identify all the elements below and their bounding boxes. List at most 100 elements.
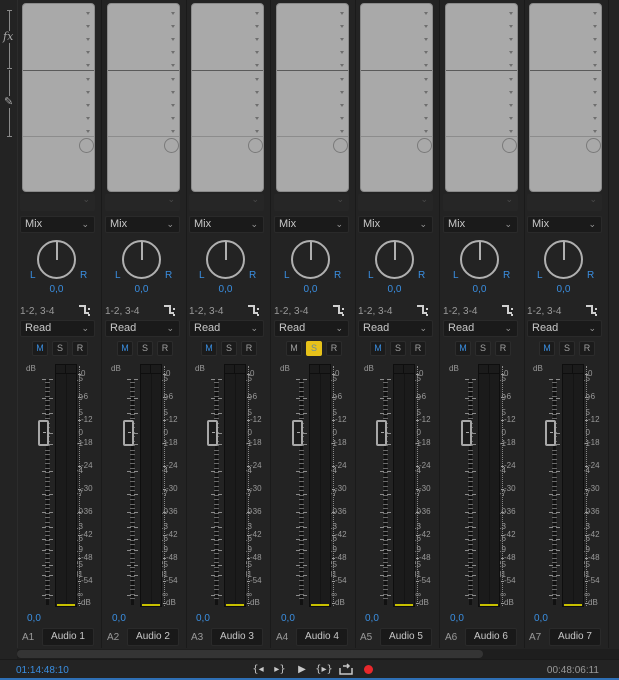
clip-indicator-right[interactable] <box>320 365 330 374</box>
fx-mode-select[interactable]: Mix ⌄ <box>358 216 433 233</box>
mute-button[interactable]: M <box>286 341 302 356</box>
volume-value[interactable]: 0,0 <box>112 613 126 624</box>
automation-mode-select[interactable]: Read ⌄ <box>358 320 433 337</box>
fx-mode-select[interactable]: Mix ⌄ <box>527 216 602 233</box>
clip-indicator-left[interactable] <box>563 365 573 374</box>
effect-slot-dropdown-icon[interactable] <box>424 38 428 41</box>
record-enable-button[interactable]: R <box>326 341 342 356</box>
effect-param-select[interactable]: ⌄ <box>443 194 518 211</box>
effect-slot-dropdown-icon[interactable] <box>593 12 597 15</box>
effect-slot-dropdown-icon[interactable] <box>424 25 428 28</box>
pan-value[interactable]: 0,0 <box>103 284 180 295</box>
fx-sends-strip[interactable]: fx ✎ <box>0 0 18 648</box>
routing-icon[interactable] <box>247 304 261 316</box>
pan-knob[interactable] <box>375 240 414 279</box>
effect-slot-dropdown-icon[interactable] <box>86 91 90 94</box>
pan-value[interactable]: 0,0 <box>441 284 518 295</box>
volume-fader-handle[interactable] <box>38 420 49 446</box>
effect-slot-dropdown-icon[interactable] <box>593 130 597 133</box>
automation-mode-select[interactable]: Read ⌄ <box>105 320 180 337</box>
effect-slot-dropdown-icon[interactable] <box>424 78 428 81</box>
record-button[interactable] <box>360 662 376 676</box>
solo-button[interactable]: S <box>137 341 153 356</box>
effect-slot-dropdown-icon[interactable] <box>424 104 428 107</box>
effect-slot-dropdown-icon[interactable] <box>424 130 428 133</box>
effect-slot-dropdown-icon[interactable] <box>424 12 428 15</box>
clip-indicator-left[interactable] <box>56 365 66 374</box>
effect-slot-dropdown-icon[interactable] <box>86 104 90 107</box>
routing-icon[interactable] <box>585 304 599 316</box>
effect-slot-dropdown-icon[interactable] <box>509 12 513 15</box>
effect-param-select[interactable]: ⌄ <box>358 194 433 211</box>
pan-knob[interactable] <box>122 240 161 279</box>
go-to-in-button[interactable]: {◂ <box>250 662 266 676</box>
effect-slot-dropdown-icon[interactable] <box>255 51 259 54</box>
mute-button[interactable]: M <box>32 341 48 356</box>
routing-icon[interactable] <box>332 304 346 316</box>
effects-sends-panel[interactable] <box>529 3 602 192</box>
effects-sends-panel[interactable] <box>276 3 349 192</box>
effect-slot-dropdown-icon[interactable] <box>255 104 259 107</box>
pan-value[interactable]: 0,0 <box>356 284 433 295</box>
effect-slot-dropdown-icon[interactable] <box>509 38 513 41</box>
automation-mode-select[interactable]: Read ⌄ <box>189 320 264 337</box>
effect-slot-dropdown-icon[interactable] <box>255 64 259 67</box>
record-enable-button[interactable]: R <box>241 341 257 356</box>
effect-slot-dropdown-icon[interactable] <box>509 117 513 120</box>
effect-slot-dropdown-icon[interactable] <box>171 130 175 133</box>
effects-sends-panel[interactable] <box>360 3 433 192</box>
effect-slot-dropdown-icon[interactable] <box>509 51 513 54</box>
mute-button[interactable]: M <box>539 341 555 356</box>
scrollbar-thumb[interactable] <box>17 650 483 658</box>
record-enable-button[interactable]: R <box>157 341 173 356</box>
effect-slot-dropdown-icon[interactable] <box>171 51 175 54</box>
volume-fader-handle[interactable] <box>207 420 218 446</box>
fx-mode-select[interactable]: Mix ⌄ <box>443 216 518 233</box>
clip-indicator-right[interactable] <box>489 365 499 374</box>
send-level-knob[interactable] <box>248 138 263 153</box>
fx-mode-select[interactable]: Mix ⌄ <box>274 216 349 233</box>
volume-value[interactable]: 0,0 <box>27 613 41 624</box>
volume-fader-handle[interactable] <box>292 420 303 446</box>
effect-slot-dropdown-icon[interactable] <box>86 117 90 120</box>
effect-param-select[interactable]: ⌄ <box>189 194 264 211</box>
clip-indicator-right[interactable] <box>66 365 76 374</box>
routing-icon[interactable] <box>163 304 177 316</box>
sends-pen-icon[interactable]: ✎ <box>4 96 14 108</box>
automation-mode-select[interactable]: Read ⌄ <box>274 320 349 337</box>
clip-indicator-left[interactable] <box>141 365 151 374</box>
effect-slot-dropdown-icon[interactable] <box>340 117 344 120</box>
automation-mode-select[interactable]: Read ⌄ <box>443 320 518 337</box>
effect-slot-dropdown-icon[interactable] <box>340 25 344 28</box>
record-enable-button[interactable]: R <box>72 341 88 356</box>
record-enable-button[interactable]: R <box>579 341 595 356</box>
effect-slot-dropdown-icon[interactable] <box>424 51 428 54</box>
effect-slot-dropdown-icon[interactable] <box>424 91 428 94</box>
volume-fader-handle[interactable] <box>545 420 556 446</box>
effect-slot-dropdown-icon[interactable] <box>509 25 513 28</box>
effect-slot-dropdown-icon[interactable] <box>255 91 259 94</box>
volume-fader-handle[interactable] <box>123 420 134 446</box>
effect-param-select[interactable]: ⌄ <box>105 194 180 211</box>
solo-button[interactable]: S <box>221 341 237 356</box>
pan-knob[interactable] <box>37 240 76 279</box>
effect-slot-dropdown-icon[interactable] <box>171 104 175 107</box>
effect-slot-dropdown-icon[interactable] <box>340 12 344 15</box>
mute-button[interactable]: M <box>117 341 133 356</box>
solo-button[interactable]: S <box>559 341 575 356</box>
pan-knob[interactable] <box>291 240 330 279</box>
track-name-field[interactable]: Audio 4 <box>296 628 348 646</box>
effect-slot-dropdown-icon[interactable] <box>424 64 428 67</box>
solo-button[interactable]: S <box>306 341 322 356</box>
send-level-knob[interactable] <box>417 138 432 153</box>
volume-value[interactable]: 0,0 <box>281 613 295 624</box>
effect-slot-dropdown-icon[interactable] <box>255 117 259 120</box>
effect-slot-dropdown-icon[interactable] <box>509 64 513 67</box>
effect-slot-dropdown-icon[interactable] <box>340 38 344 41</box>
mute-button[interactable]: M <box>201 341 217 356</box>
routing-icon[interactable] <box>416 304 430 316</box>
effect-slot-dropdown-icon[interactable] <box>593 38 597 41</box>
effects-sends-panel[interactable] <box>107 3 180 192</box>
pan-knob[interactable] <box>206 240 245 279</box>
track-name-field[interactable]: Audio 7 <box>549 628 601 646</box>
